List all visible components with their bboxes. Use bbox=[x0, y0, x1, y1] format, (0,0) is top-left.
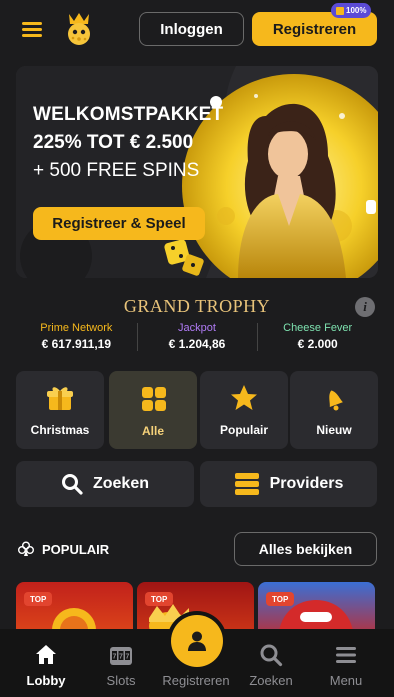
home-icon bbox=[36, 645, 56, 664]
search-button[interactable]: Zoeken bbox=[16, 461, 194, 507]
jackpot-name: Prime Network bbox=[40, 322, 113, 334]
svg-text:7: 7 bbox=[119, 654, 123, 661]
nav-label: Zoeken bbox=[249, 673, 293, 688]
grand-trophy-title: GRAND TROPHY bbox=[123, 296, 271, 316]
nav-lobby[interactable]: Lobby bbox=[10, 629, 82, 697]
bonus-badge-label: 100% bbox=[346, 6, 367, 15]
hamburger-menu-icon[interactable] bbox=[22, 20, 42, 38]
grid-icon bbox=[142, 387, 166, 411]
login-button[interactable]: Inloggen bbox=[139, 12, 244, 46]
search-button-label: Zoeken bbox=[92, 475, 149, 492]
nav-label: Registreren bbox=[162, 673, 230, 688]
category-label: Alle bbox=[141, 424, 164, 438]
register-fab-button[interactable] bbox=[171, 615, 223, 667]
bell-icon bbox=[329, 390, 343, 411]
nav-label: Menu bbox=[329, 673, 363, 688]
banner-headline: WELKOMSTPAKKET bbox=[33, 104, 224, 125]
gift-icon bbox=[47, 387, 73, 410]
welcome-banner[interactable]: WELKOMSTPAKKET 225% TOT € 2.500 + 500 FR… bbox=[16, 66, 378, 278]
category-label: Nieuw bbox=[316, 423, 352, 437]
jackpot-list: Prime Network € 617.911,19 Jackpot € 1.2… bbox=[16, 319, 378, 353]
nav-label: Slots bbox=[106, 673, 136, 688]
jackpot-name: Cheese Fever bbox=[283, 322, 353, 334]
category-nieuw[interactable]: Nieuw bbox=[290, 371, 378, 449]
star-icon bbox=[231, 385, 257, 410]
gift-icon bbox=[336, 6, 344, 15]
search-icon bbox=[61, 474, 83, 495]
category-christmas[interactable]: Christmas bbox=[16, 371, 104, 449]
popular-title-label: POPULAIR bbox=[42, 541, 110, 557]
menu-icon bbox=[336, 647, 356, 663]
bonus-badge: 100% bbox=[331, 3, 372, 18]
jackpot-value: € 1.204,86 bbox=[168, 337, 226, 351]
top-badge: TOP bbox=[24, 592, 53, 606]
game-thumbnail bbox=[278, 600, 354, 632]
view-all-button[interactable]: Alles bekijken bbox=[234, 532, 377, 566]
providers-button[interactable]: Providers bbox=[200, 461, 377, 507]
providers-button-label: Providers bbox=[269, 475, 344, 492]
banner-free-spins: + 500 FREE SPINS bbox=[33, 160, 200, 181]
user-icon bbox=[188, 631, 206, 651]
popular-section-title: POPULAIR bbox=[18, 541, 109, 557]
info-icon[interactable]: i bbox=[355, 297, 375, 317]
svg-text:7: 7 bbox=[126, 654, 130, 661]
cheese-logo-icon[interactable] bbox=[64, 12, 94, 46]
club-suit-icon bbox=[18, 541, 34, 556]
jackpot-value: € 2.000 bbox=[297, 337, 338, 351]
category-alle[interactable]: Alle bbox=[109, 371, 197, 449]
jackpot-jackpot[interactable]: Jackpot € 1.204,86 bbox=[136, 319, 258, 353]
jackpot-prime-network[interactable]: Prime Network € 617.911,19 bbox=[16, 319, 137, 353]
top-badge: TOP bbox=[145, 592, 174, 606]
jackpot-name: Jackpot bbox=[178, 322, 216, 334]
category-label: Populair bbox=[219, 423, 268, 437]
banner-bonus-amount: 225% TOT € 2.500 bbox=[33, 132, 194, 153]
header: Inloggen Registreren 100% bbox=[0, 0, 394, 58]
nav-label: Lobby bbox=[26, 673, 66, 688]
jackpot-cheese-fever[interactable]: Cheese Fever € 2.000 bbox=[257, 319, 378, 353]
slot-machine-icon: 7 7 7 bbox=[110, 647, 132, 665]
register-and-play-button[interactable]: Registreer & Speel bbox=[33, 207, 205, 240]
jackpot-value: € 617.911,19 bbox=[41, 337, 112, 351]
game-thumbnail bbox=[52, 608, 96, 632]
category-tabs: Christmas Alle Populair Nieuw bbox=[16, 371, 394, 449]
providers-stack-icon bbox=[234, 473, 259, 495]
game-card[interactable]: TOP bbox=[16, 582, 133, 632]
svg-text:7: 7 bbox=[113, 654, 117, 661]
category-label: Christmas bbox=[30, 423, 90, 437]
nav-menu[interactable]: Menu bbox=[310, 629, 382, 697]
search-icon bbox=[260, 644, 283, 667]
nav-search[interactable]: Zoeken bbox=[235, 629, 307, 697]
category-populair[interactable]: Populair bbox=[200, 371, 288, 449]
top-badge: TOP bbox=[266, 592, 295, 606]
nav-slots[interactable]: 7 7 7 Slots bbox=[85, 629, 157, 697]
game-card[interactable]: TOP bbox=[258, 582, 375, 632]
